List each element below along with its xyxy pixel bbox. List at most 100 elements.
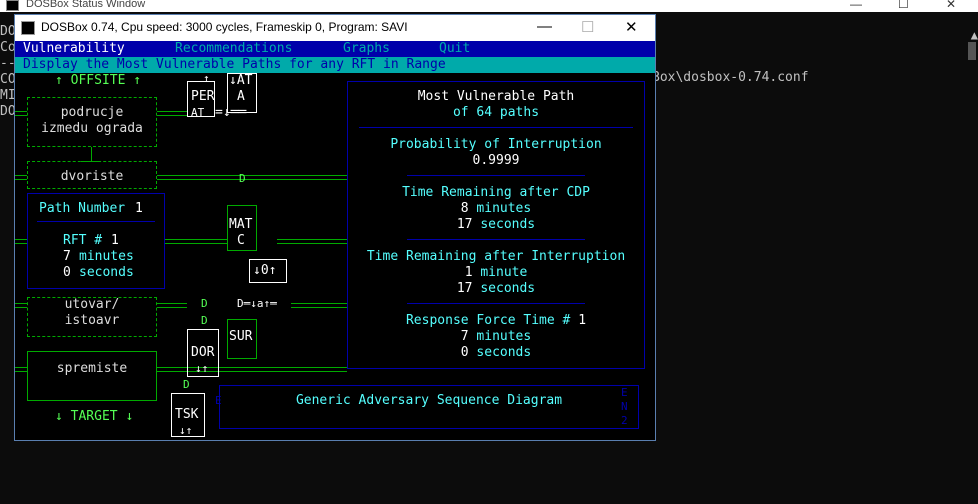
junction-marker: D═↓a↑═ bbox=[237, 297, 277, 310]
rft-minutes-value: 7 bbox=[63, 249, 71, 264]
menu-item-graphs[interactable]: Graphs bbox=[343, 41, 390, 57]
path-line bbox=[15, 111, 27, 116]
divider bbox=[359, 127, 633, 128]
dosbox-titlebar: DOSBox 0.74, Cpu speed: 3000 cycles, Fra… bbox=[15, 15, 655, 41]
results-header: Most Vulnerable Path bbox=[417, 89, 575, 104]
per-side-label-2: A bbox=[237, 89, 245, 104]
path-line bbox=[157, 303, 187, 308]
cdp-label: Time Remaining after CDP bbox=[402, 185, 590, 200]
cdp-seconds-line: 17 seconds bbox=[347, 217, 645, 233]
path-line bbox=[15, 239, 27, 244]
cdp-minutes-unit: minutes bbox=[476, 201, 532, 216]
paths-count-prefix: of bbox=[452, 105, 469, 120]
status-maximize-button[interactable]: ☐ bbox=[898, 0, 909, 11]
path-line bbox=[165, 239, 227, 244]
rft-seconds-unit: seconds bbox=[79, 265, 134, 280]
rft-result-minutes-line: 7 minutes bbox=[347, 329, 645, 345]
per-side-label: ↓AT bbox=[229, 73, 253, 88]
sur-label: SUR bbox=[229, 329, 253, 344]
path-line bbox=[157, 367, 347, 372]
dor-bottom-label: ↓↑ bbox=[195, 362, 209, 375]
cdp-seconds-value: 17 bbox=[456, 217, 473, 232]
rft-label: RFT # bbox=[63, 233, 103, 248]
mat-label: MAT bbox=[229, 217, 253, 232]
dosbox-icon bbox=[6, 0, 19, 11]
mat-d-marker: D bbox=[239, 172, 246, 185]
cdp-minutes-line: 8 minutes bbox=[347, 201, 645, 217]
path-line bbox=[277, 239, 347, 244]
divider bbox=[407, 303, 585, 304]
path-number-label: Path Number bbox=[39, 201, 126, 216]
int-minutes-unit: minute bbox=[480, 265, 528, 280]
cdp-seconds-unit: seconds bbox=[480, 217, 536, 232]
maximize-button[interactable]: ☐ bbox=[581, 18, 594, 36]
rft-result-minutes-unit: minutes bbox=[476, 329, 532, 344]
sur-d-marker: D bbox=[201, 297, 208, 310]
dor-d-marker: D bbox=[201, 314, 208, 327]
menu-item-quit[interactable]: Quit bbox=[439, 41, 470, 57]
rft-minutes-unit: minutes bbox=[79, 249, 134, 264]
hint-text: Display the Most Vulnerable Paths for an… bbox=[23, 57, 446, 72]
rft-result-label: Response Force Time # bbox=[405, 313, 571, 328]
minimize-button[interactable]: — bbox=[537, 18, 552, 35]
scrollbar-thumb[interactable] bbox=[968, 42, 976, 60]
divider bbox=[407, 239, 585, 240]
offsite-label: ↑ OFFSITE ↑ bbox=[55, 73, 142, 88]
paths-count-value: 64 bbox=[476, 105, 493, 120]
tsk-label: TSK bbox=[175, 407, 199, 422]
per-label: PER bbox=[191, 89, 215, 104]
paths-count-line: of 64 paths bbox=[347, 105, 645, 121]
per-arrows: =↓══ bbox=[215, 105, 247, 120]
path-line bbox=[157, 111, 187, 116]
tsk-d-marker: D bbox=[183, 378, 190, 391]
tsk-bottom-label: ↓↑ bbox=[179, 424, 193, 437]
dor-label: DOR bbox=[191, 345, 215, 360]
divider bbox=[407, 175, 585, 176]
int-seconds-unit: seconds bbox=[480, 281, 536, 296]
side-letter-left: E bbox=[215, 394, 222, 407]
area-label-dvoriste: dvoriste bbox=[60, 169, 124, 184]
area-label-podrucje: podrucje bbox=[60, 105, 124, 120]
menu-item-vulnerability[interactable]: Vulnerability bbox=[23, 41, 125, 57]
connector-line bbox=[91, 147, 92, 161]
rft-result-value: 1 bbox=[578, 313, 587, 328]
area-label-utovar: utovar/ bbox=[64, 297, 120, 312]
rft-result-minutes-value: 7 bbox=[460, 329, 469, 344]
rft-result-seconds-line: 0 seconds bbox=[347, 345, 645, 361]
area-label-istoavr: istoavr bbox=[64, 313, 120, 328]
status-close-button[interactable]: ✕ bbox=[946, 0, 956, 11]
side-letter-right-3: 2 bbox=[621, 414, 628, 427]
path-line bbox=[15, 367, 27, 372]
cdp-minutes-value: 8 bbox=[460, 201, 469, 216]
menu-bar: Vulnerability Recommendations Graphs Qui… bbox=[15, 41, 655, 57]
path-line bbox=[15, 303, 27, 308]
dos-screen[interactable]: Vulnerability Recommendations Graphs Qui… bbox=[15, 41, 655, 440]
int-seconds-value: 17 bbox=[456, 281, 473, 296]
rft-result-seconds-value: 0 bbox=[460, 345, 469, 360]
path-line bbox=[291, 303, 347, 308]
status-titlebar: DOSBox Status Window — ☐ ✕ bbox=[0, 0, 978, 12]
per-top-arrow: ↑ bbox=[203, 72, 210, 85]
rft-result-seconds-unit: seconds bbox=[476, 345, 532, 360]
status-minimize-button[interactable]: — bbox=[850, 0, 862, 11]
path-line bbox=[157, 175, 347, 180]
mat-box-label: ↓0↑ bbox=[253, 263, 277, 278]
per-bottom-label: AT bbox=[191, 106, 205, 119]
rft-value: 1 bbox=[111, 233, 119, 248]
menu-item-recommendations[interactable]: Recommendations bbox=[175, 41, 292, 57]
scroll-up-arrow-icon[interactable]: ▲ bbox=[971, 28, 978, 42]
dosbox-icon bbox=[21, 21, 35, 35]
area-label-spremiste: spremiste bbox=[56, 361, 128, 376]
int-label: Time Remaining after Interruption bbox=[366, 249, 626, 264]
status-window-title: DOSBox Status Window bbox=[26, 0, 146, 10]
close-button[interactable]: ✕ bbox=[625, 18, 638, 36]
rft-result-line: Response Force Time # 1 bbox=[347, 313, 645, 329]
dosbox-window: DOSBox 0.74, Cpu speed: 3000 cycles, Fra… bbox=[14, 14, 656, 441]
int-seconds-line: 17 seconds bbox=[347, 281, 645, 297]
path-number-value: 1 bbox=[135, 201, 143, 216]
prob-value: 0.9999 bbox=[472, 153, 520, 168]
mat-sub-label: C bbox=[237, 233, 245, 248]
config-path-text: Box\dosbox-0.74.conf bbox=[652, 70, 809, 85]
prob-label: Probability of Interruption bbox=[390, 137, 602, 152]
divider bbox=[37, 221, 155, 222]
